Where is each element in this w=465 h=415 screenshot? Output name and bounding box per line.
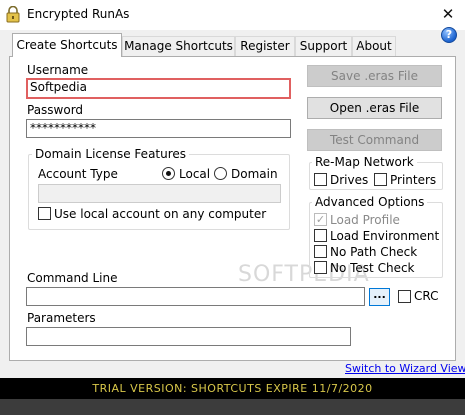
tab-support[interactable]: Support xyxy=(295,36,352,56)
load-environment-label[interactable]: Load Environment xyxy=(330,229,439,243)
radio-local-label[interactable]: Local xyxy=(179,167,210,181)
remap-network-legend: Re-Map Network xyxy=(312,155,417,169)
trial-status-bar: TRIAL VERSION: SHORTCUTS EXPIRE 11/7/202… xyxy=(0,378,465,399)
account-type-label: Account Type xyxy=(38,167,118,181)
radio-domain[interactable] xyxy=(214,167,227,180)
no-path-check-checkbox[interactable] xyxy=(314,245,327,258)
radio-domain-label[interactable]: Domain xyxy=(231,167,278,181)
switch-to-wizard-link[interactable]: Switch to Wizard View xyxy=(345,362,465,375)
printers-checkbox[interactable] xyxy=(374,173,387,186)
domain-license-legend: Domain License Features xyxy=(32,147,190,161)
domain-input[interactable] xyxy=(38,184,281,203)
save-eras-button[interactable]: Save .eras File xyxy=(307,65,442,87)
window-title: Encrypted RunAs xyxy=(27,7,130,21)
username-input[interactable]: Softpedia xyxy=(26,78,291,99)
username-label: Username xyxy=(27,63,89,77)
tab-create-shortcuts[interactable]: Create Shortcuts xyxy=(12,33,122,57)
parameters-label: Parameters xyxy=(27,311,96,325)
bottom-strip xyxy=(0,399,465,415)
lock-icon xyxy=(6,5,20,23)
drives-label[interactable]: Drives xyxy=(330,173,368,187)
tab-about[interactable]: About xyxy=(352,36,396,56)
close-button[interactable]: ✕ xyxy=(436,3,460,25)
crc-checkbox[interactable] xyxy=(398,290,411,303)
drives-checkbox[interactable] xyxy=(314,173,327,186)
no-path-check-label[interactable]: No Path Check xyxy=(330,245,417,259)
command-line-label: Command Line xyxy=(27,271,118,285)
load-environment-checkbox[interactable] xyxy=(314,229,327,242)
command-line-input[interactable] xyxy=(26,287,365,306)
test-command-button[interactable]: Test Command xyxy=(307,129,442,151)
tab-register[interactable]: Register xyxy=(235,36,295,56)
load-profile-label[interactable]: Load Profile xyxy=(330,213,400,227)
use-local-label[interactable]: Use local account on any computer xyxy=(54,207,266,221)
no-test-check-checkbox[interactable] xyxy=(314,261,327,274)
load-profile-checkbox[interactable]: ✓ xyxy=(314,213,327,226)
radio-local[interactable] xyxy=(162,167,175,180)
advanced-options-legend: Advanced Options xyxy=(312,195,428,209)
open-eras-button[interactable]: Open .eras File xyxy=(307,97,442,119)
crc-label[interactable]: CRC xyxy=(414,289,439,303)
password-label: Password xyxy=(27,103,84,117)
printers-label[interactable]: Printers xyxy=(390,173,436,187)
browse-button[interactable]: ... xyxy=(369,288,390,306)
password-input[interactable]: *********** xyxy=(26,119,291,138)
no-test-check-label[interactable]: No Test Check xyxy=(330,261,415,275)
tab-manage-shortcuts[interactable]: Manage Shortcuts xyxy=(122,36,235,56)
help-icon[interactable]: ? xyxy=(441,27,457,43)
use-local-checkbox[interactable] xyxy=(38,207,51,220)
parameters-input[interactable] xyxy=(26,327,351,346)
